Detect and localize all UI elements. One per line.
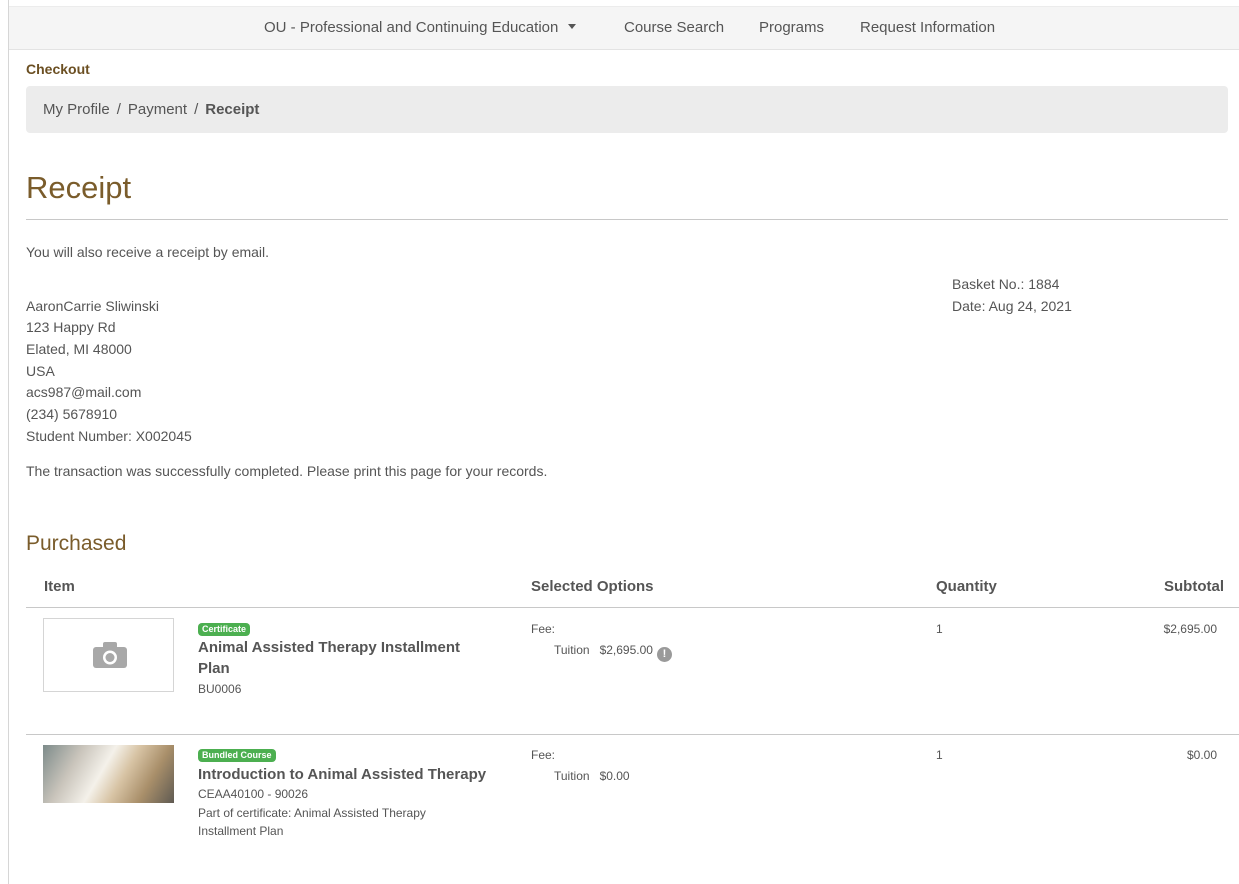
item-type-badge: Certificate <box>198 623 251 636</box>
checkout-title: Checkout <box>26 61 90 77</box>
fee-label: Fee: <box>531 622 556 636</box>
breadcrumb-separator: / <box>194 101 199 118</box>
item-quantity: 1 <box>936 622 943 636</box>
column-header-subtotal: Subtotal <box>1164 578 1224 595</box>
customer-country: USA <box>26 363 55 379</box>
confirmation-message: The transaction was successfully complet… <box>26 463 548 479</box>
page-title: Receipt <box>26 170 132 205</box>
option-name: Tuition <box>554 769 590 783</box>
row-divider <box>26 734 1239 735</box>
customer-street: 123 Happy Rd <box>26 319 116 335</box>
breadcrumb-separator: / <box>116 101 121 118</box>
customer-email: acs987@mail.com <box>26 384 142 400</box>
item-subtotal: $0.00 <box>1186 748 1217 762</box>
item-thumbnail-placeholder <box>43 618 174 692</box>
left-border <box>8 0 9 884</box>
selected-option: Tuition $2,695.00! <box>554 643 672 662</box>
item-quantity: 1 <box>936 748 943 762</box>
caret-down-icon <box>568 24 577 29</box>
item-code: BU0006 <box>198 682 242 696</box>
option-name: Tuition <box>554 643 590 657</box>
top-navigation: OU - Professional and Continuing Educati… <box>9 6 1239 50</box>
item-name-link[interactable]: Introduction to Animal Assisted Therapy <box>198 764 486 785</box>
item-name-link[interactable]: Animal Assisted Therapy Installment Plan <box>198 637 460 679</box>
breadcrumb-payment[interactable]: Payment <box>128 101 187 118</box>
item-type-badge: Bundled Course <box>198 749 276 762</box>
email-note: You will also receive a receipt by email… <box>26 244 270 260</box>
column-header-quantity: Quantity <box>936 578 997 595</box>
nav-brand-label: OU - Professional and Continuing Educati… <box>264 19 559 36</box>
column-header-item: Item <box>44 578 75 595</box>
basket-number: Basket No.: 1884 <box>952 276 1060 292</box>
nav-brand-dropdown[interactable]: OU - Professional and Continuing Educati… <box>264 19 577 36</box>
option-price: $2,695.00 <box>599 643 653 657</box>
item-part-of-certificate: Part of certificate: Animal Assisted The… <box>198 806 426 820</box>
item-name-line: Introduction to Animal Assisted Therapy <box>198 766 487 783</box>
item-code: CEAA40100 - 90026 <box>198 787 309 801</box>
item-name-line: Animal Assisted Therapy Installment <box>198 639 461 656</box>
item-name-line: Plan <box>198 660 230 677</box>
breadcrumb-my-profile[interactable]: My Profile <box>43 101 110 118</box>
basket-date: Date: Aug 24, 2021 <box>952 298 1072 314</box>
item-part-of-certificate-cont: Installment Plan <box>198 824 284 838</box>
info-icon[interactable]: ! <box>656 647 672 662</box>
nav-link-course-search[interactable]: Course Search <box>624 19 724 36</box>
nav-link-request-information[interactable]: Request Information <box>860 19 995 36</box>
customer-phone: (234) 5678910 <box>26 406 118 422</box>
customer-student-number: Student Number: X002045 <box>26 428 192 444</box>
nav-link-programs[interactable]: Programs <box>759 19 824 36</box>
table-header-divider <box>26 607 1239 608</box>
camera-icon <box>93 642 127 668</box>
item-thumbnail-photo <box>43 745 174 803</box>
column-header-selected-options: Selected Options <box>531 578 654 595</box>
customer-name: AaronCarrie Sliwinski <box>26 298 160 314</box>
breadcrumb: My Profile / Payment / Receipt <box>26 86 1228 133</box>
selected-option: Tuition $0.00 <box>554 769 630 783</box>
item-subtotal: $2,695.00 <box>1163 622 1217 636</box>
customer-city: Elated, MI 48000 <box>26 341 132 357</box>
breadcrumb-current: Receipt <box>205 101 260 118</box>
fee-label: Fee: <box>531 748 556 762</box>
title-divider <box>26 219 1228 220</box>
option-price: $0.00 <box>599 769 630 783</box>
purchased-title: Purchased <box>26 532 127 555</box>
